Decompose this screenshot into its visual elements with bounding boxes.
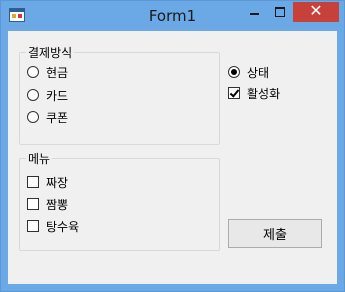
close-icon: ✕ <box>309 1 323 20</box>
radio-coupon-label: 쿠폰 <box>46 110 69 125</box>
radio-coupon[interactable] <box>27 111 39 123</box>
checkbox-tangsuyuk-label: 탕수육 <box>46 219 80 234</box>
radio-card[interactable] <box>27 89 39 101</box>
checkbox-jjamppong[interactable] <box>27 198 39 210</box>
checkbox-active-label: 활성화 <box>247 86 281 101</box>
checkbox-jjamppong-label: 짬뽕 <box>46 197 69 212</box>
menu-group-title: 메뉴 <box>26 150 53 167</box>
radio-status-label: 상태 <box>247 65 270 80</box>
status-option[interactable]: 상태 <box>228 63 269 81</box>
active-option[interactable]: 활성화 <box>228 84 280 102</box>
submit-button[interactable]: 제출 <box>228 219 322 248</box>
close-button[interactable]: ✕ <box>293 2 339 22</box>
radio-card-label: 카드 <box>46 88 69 103</box>
checkbox-tangsuyuk[interactable] <box>27 220 39 232</box>
checkbox-active[interactable] <box>228 87 240 99</box>
checkbox-jjajang-label: 짜장 <box>46 175 69 190</box>
maximize-button[interactable] <box>267 2 293 22</box>
minimize-icon <box>249 13 259 15</box>
payment-option-cash[interactable]: 현금 <box>27 63 68 81</box>
radio-status[interactable] <box>228 66 240 78</box>
title-bar[interactable]: Form1 ✕ <box>1 1 344 31</box>
radio-cash-label: 현금 <box>46 65 69 80</box>
payment-group-title: 결제방식 <box>26 44 75 61</box>
maximize-icon <box>275 7 285 17</box>
payment-option-card[interactable]: 카드 <box>27 86 68 104</box>
menu-item-tangsuyuk[interactable]: 탕수육 <box>27 217 79 235</box>
minimize-button[interactable] <box>241 2 267 22</box>
radio-cash[interactable] <box>27 66 39 78</box>
menu-item-jjamppong[interactable]: 짬뽕 <box>27 195 68 213</box>
menu-item-jjajang[interactable]: 짜장 <box>27 173 68 191</box>
form-client-area: 결제방식 현금 카드 쿠폰 메뉴 짜장 짬뽕 탕수육 상태 활성화 제출 <box>8 31 337 284</box>
form-window: Form1 ✕ 결제방식 현금 카드 쿠폰 메뉴 짜장 짬뽕 탕수육 상태 활성… <box>0 0 345 292</box>
payment-option-coupon[interactable]: 쿠폰 <box>27 108 68 126</box>
checkbox-jjajang[interactable] <box>27 176 39 188</box>
submit-button-label: 제출 <box>263 228 287 243</box>
